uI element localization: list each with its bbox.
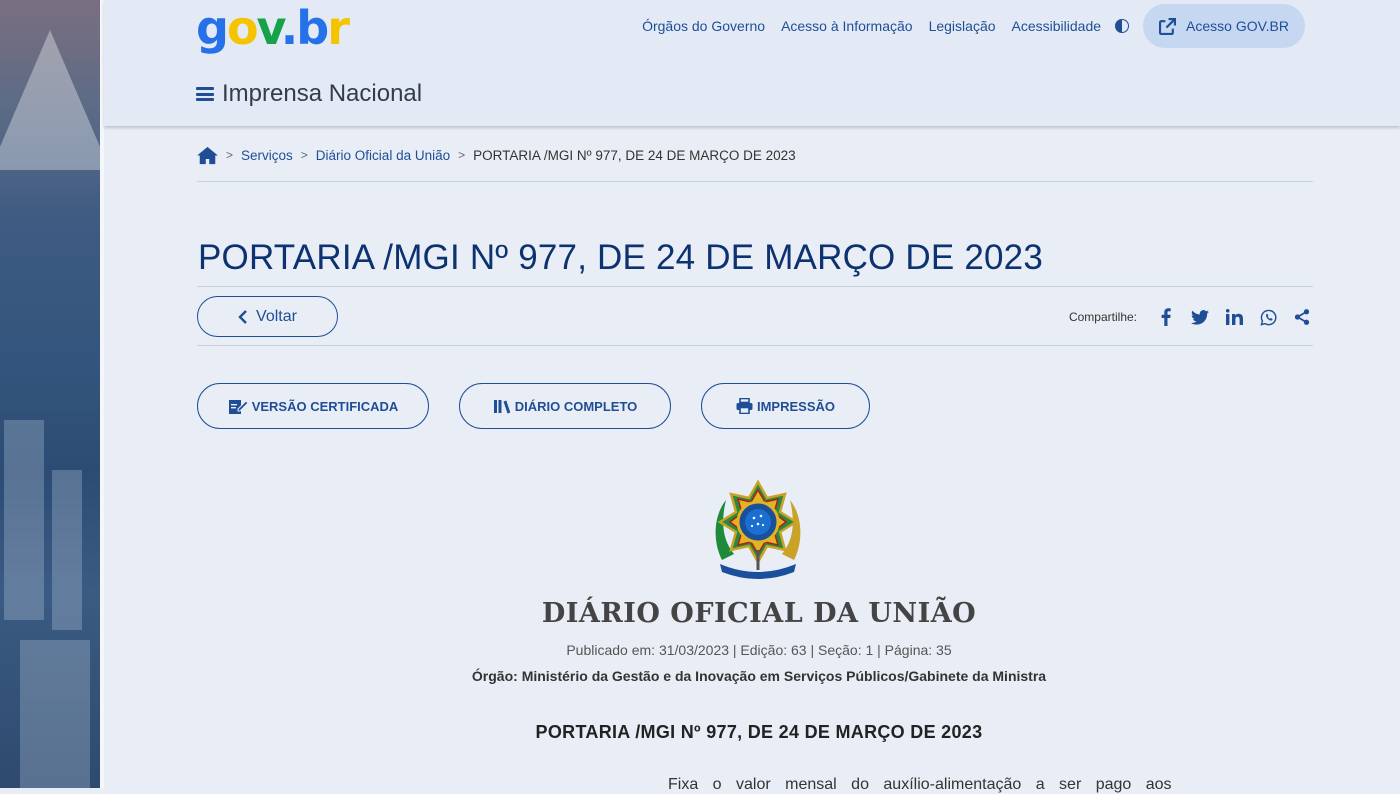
login-govbr-button[interactable]: Acesso GOV.BR <box>1143 4 1305 48</box>
chevron-left-icon <box>238 309 247 324</box>
breadcrumb: > Serviços > Diário Oficial da União > P… <box>197 142 1313 168</box>
nav-orgaos-governo[interactable]: Órgãos do Governo <box>642 18 765 34</box>
breadcrumb-separator: > <box>300 148 308 162</box>
logo-letter-b: b <box>296 1 329 55</box>
logo-letter-g: g <box>196 1 229 55</box>
site-header: gov.br Órgãos do Governo Acesso à Inform… <box>104 0 1400 126</box>
logo-dot: . <box>280 1 299 55</box>
impressao-label: IMPRESSÃO <box>756 398 835 414</box>
site-name: Imprensa Nacional <box>222 80 423 107</box>
breadcrumb-separator: > <box>458 148 466 162</box>
main-menu-toggle[interactable]: Imprensa Nacional <box>196 80 422 108</box>
versao-certificada-button[interactable]: VERSÃO CERTIFICADA <box>197 383 429 429</box>
back-button[interactable]: Voltar <box>197 296 338 337</box>
home-icon[interactable] <box>197 146 218 165</box>
breadcrumb-separator: > <box>226 148 234 162</box>
books-icon <box>493 399 511 413</box>
share-icon[interactable] <box>1291 306 1313 328</box>
breadcrumb-diario-oficial[interactable]: Diário Oficial da União <box>316 148 450 163</box>
back-button-label: Voltar <box>256 307 297 325</box>
facebook-icon[interactable] <box>1155 306 1177 328</box>
orgao-info: Órgão: Ministério da Gestão e da Inovaçã… <box>104 668 1400 684</box>
whatsapp-icon[interactable] <box>1257 306 1279 328</box>
login-govbr-label: Acesso GOV.BR <box>1186 18 1289 34</box>
nav-legislacao[interactable]: Legislação <box>929 18 996 34</box>
versao-certificada-label: VERSÃO CERTIFICADA <box>251 398 399 414</box>
background-tower-shape <box>0 30 100 170</box>
contrast-icon[interactable] <box>1115 19 1130 33</box>
logo-letter-r: r <box>327 1 350 55</box>
background-building <box>52 470 82 630</box>
impressao-button[interactable]: IMPRESSÃO <box>701 383 870 429</box>
share-label: Compartilhe: <box>1068 310 1137 324</box>
twitter-icon[interactable] <box>1189 306 1211 328</box>
background-building <box>4 420 44 620</box>
breadcrumb-servicos[interactable]: Serviços <box>241 148 293 163</box>
external-link-icon <box>1159 17 1177 35</box>
divider <box>197 181 1313 182</box>
top-navigation: Órgãos do Governo Acesso à Informação Le… <box>626 4 1305 48</box>
printer-icon <box>736 398 753 414</box>
background-building <box>20 640 90 788</box>
diario-completo-button[interactable]: DIÁRIO COMPLETO <box>459 383 671 429</box>
certificate-edit-icon <box>228 400 248 414</box>
orgao-label: Órgão: <box>471 668 518 684</box>
logo-letter-o: o <box>226 1 259 55</box>
breadcrumb-current: PORTARIA /MGI Nº 977, DE 24 DE MARÇO DE … <box>473 147 796 163</box>
brazil-coat-of-arms-emblem <box>715 480 801 579</box>
share-bar: Compartilhe: <box>1069 306 1313 328</box>
orgao-value: Ministério da Gestão e da Inovação em Se… <box>521 668 1047 684</box>
document-body-first-line: Fixa o valor mensal do auxílio-alimentaç… <box>668 776 1172 793</box>
govbr-logo[interactable]: gov.br <box>196 1 350 55</box>
nav-acessibilidade[interactable]: Acessibilidade <box>1012 18 1102 34</box>
publication-info: Publicado em: 31/03/2023 | Edição: 63 | … <box>566 642 952 658</box>
divider <box>197 286 1313 287</box>
divider <box>197 345 1313 346</box>
nav-acesso-informacao[interactable]: Acesso à Informação <box>781 18 913 34</box>
hamburger-menu-icon <box>196 87 214 101</box>
dou-masthead: DIÁRIO OFICIAL DA UNIÃO <box>541 598 977 629</box>
linkedin-icon[interactable] <box>1223 306 1245 328</box>
background-photo <box>0 0 100 788</box>
document-heading: PORTARIA /MGI Nº 977, DE 24 DE MARÇO DE … <box>535 722 983 742</box>
page-title: PORTARIA /MGI Nº 977, DE 24 DE MARÇO DE … <box>198 238 1044 277</box>
logo-letter-v: v <box>256 1 283 55</box>
diario-completo-label: DIÁRIO COMPLETO <box>514 398 638 414</box>
